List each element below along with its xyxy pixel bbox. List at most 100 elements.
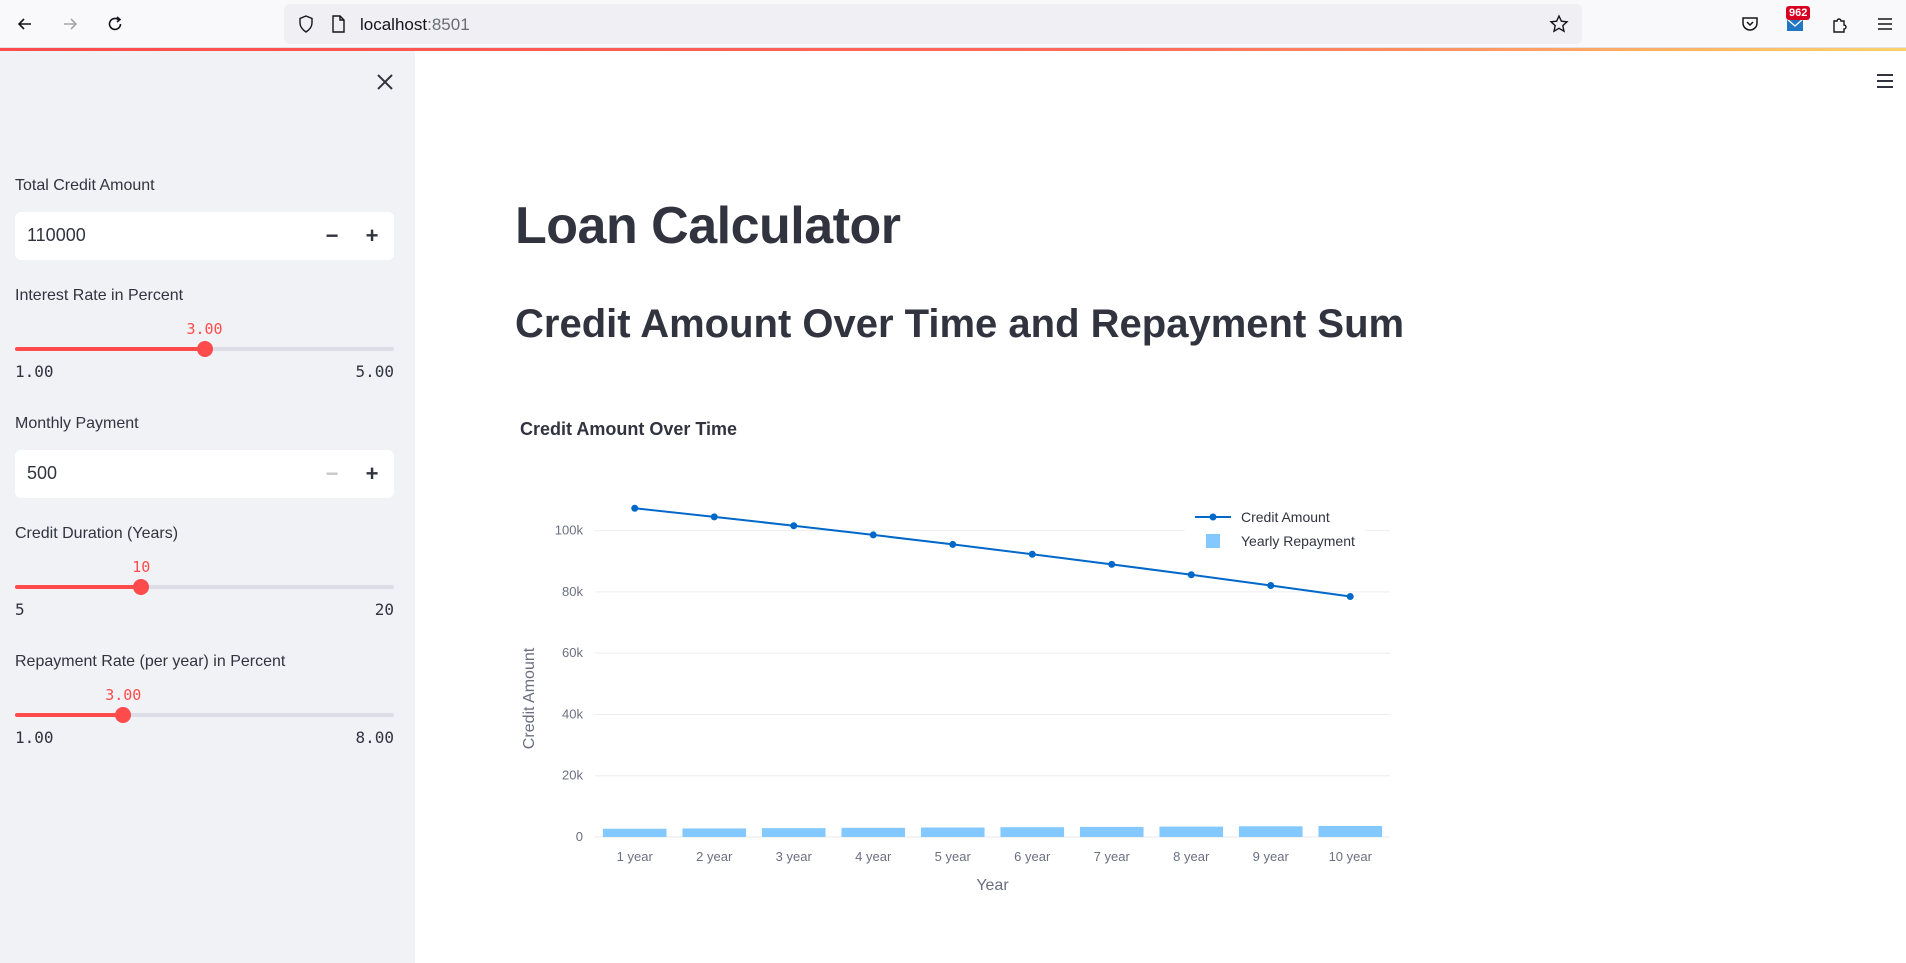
- y-tick-label: 60k: [562, 645, 583, 660]
- forward-button[interactable]: [56, 10, 84, 38]
- y-axis-title: Credit Amount: [521, 647, 538, 749]
- y-tick-label: 20k: [562, 768, 583, 783]
- slider-thumb[interactable]: [115, 707, 132, 723]
- x-tick-label: 4 year: [855, 849, 892, 864]
- repayment-bar: [841, 827, 906, 837]
- app-menu-button[interactable]: [1872, 70, 1898, 92]
- credit-amount-point: [949, 540, 957, 548]
- x-tick-label: 8 year: [1173, 849, 1210, 864]
- credit-amount-point: [869, 531, 877, 539]
- credit-duration-slider[interactable]: 10 5 20: [15, 558, 394, 628]
- section-subtitle: Credit Amount Over Time and Repayment Su…: [515, 302, 1405, 346]
- pocket-icon: [1742, 17, 1758, 31]
- y-tick-label: 0: [576, 829, 583, 844]
- repayment-bar: [602, 828, 667, 837]
- repayment-rate-slider[interactable]: 3.00 1.00 8.00: [15, 686, 394, 756]
- repayment-bar: [1318, 825, 1383, 837]
- shield-icon[interactable]: [296, 14, 316, 34]
- slider-fill: [15, 347, 205, 351]
- hamburger-icon: [1877, 74, 1893, 88]
- slider-max: 20: [374, 600, 394, 619]
- repayment-bar: [1238, 826, 1303, 837]
- credit-amount-point: [1108, 560, 1116, 568]
- browser-menu-button[interactable]: [1871, 10, 1899, 38]
- credit-amount-input[interactable]: 110000 − +: [15, 212, 394, 260]
- monthly-payment-decrement-button[interactable]: −: [316, 458, 348, 490]
- slider-thumb[interactable]: [196, 341, 213, 357]
- monthly-payment-increment-button[interactable]: +: [356, 458, 388, 490]
- credit-amount-label: Total Credit Amount: [15, 177, 155, 194]
- x-tick-label: 5 year: [935, 849, 972, 864]
- credit-amount-point: [1028, 550, 1036, 558]
- credit-amount-increment-button[interactable]: +: [356, 220, 388, 252]
- interest-rate-label: Interest Rate in Percent: [15, 287, 184, 304]
- arrow-right-icon: [64, 18, 78, 30]
- slider-min: 1.00: [15, 728, 54, 747]
- close-sidebar-button[interactable]: [372, 69, 398, 95]
- repayment-bar: [920, 827, 985, 837]
- credit-amount-value[interactable]: 110000: [27, 225, 86, 246]
- page-title: Loan Calculator: [515, 197, 901, 255]
- x-tick-label: 10 year: [1329, 849, 1373, 864]
- x-axis-title: Year: [976, 877, 1009, 894]
- credit-amount-point: [1346, 593, 1354, 601]
- repayment-bar: [761, 828, 826, 837]
- monthly-payment-value[interactable]: 500: [27, 463, 57, 484]
- repayment-bar: [1079, 826, 1144, 837]
- repayment-bar: [1159, 826, 1224, 837]
- x-tick-label: 9 year: [1253, 849, 1290, 864]
- slider-min: 1.00: [15, 362, 54, 381]
- repayment-bar: [682, 828, 747, 837]
- url-bar[interactable]: localhost:8501: [284, 4, 1582, 44]
- reload-icon: [108, 16, 122, 31]
- slider-value: 10: [132, 558, 151, 576]
- credit-amount-point: [790, 522, 798, 530]
- page-icon[interactable]: [328, 14, 348, 34]
- x-tick-label: 6 year: [1014, 849, 1051, 864]
- credit-chart[interactable]: 0 20k 40k 60k 80k 100k 1 year 2 year 3 year 4 yea…: [515, 480, 1405, 920]
- slider-max: 8.00: [355, 728, 394, 747]
- y-tick-label: 80k: [562, 584, 583, 599]
- x-tick-label: 2 year: [696, 849, 733, 864]
- legend-line-marker: [1209, 513, 1217, 521]
- x-tick-label: 1 year: [617, 849, 654, 864]
- extensions-button[interactable]: [1826, 10, 1854, 38]
- slider-fill: [15, 713, 124, 717]
- bookmark-star-icon[interactable]: [1549, 14, 1569, 34]
- mail-count-badge: 962: [1786, 6, 1811, 20]
- close-icon: [377, 74, 393, 90]
- puzzle-icon: [1833, 18, 1847, 33]
- credit-duration-label: Credit Duration (Years): [15, 525, 179, 542]
- slider-fill: [15, 585, 142, 589]
- url-text[interactable]: localhost:8501: [360, 15, 470, 35]
- pocket-button[interactable]: [1736, 10, 1764, 38]
- credit-amount-point: [1187, 571, 1195, 579]
- credit-amount-point: [631, 504, 639, 512]
- x-tick-label: 3 year: [776, 849, 813, 864]
- legend-label-yearly-repayment: Yearly Repayment: [1241, 533, 1355, 549]
- credit-amount-decrement-button[interactable]: −: [316, 220, 348, 252]
- credit-amount-point: [1267, 581, 1275, 589]
- x-tick-label: 7 year: [1094, 849, 1131, 864]
- legend-bar-swatch: [1206, 534, 1220, 548]
- monthly-payment-input[interactable]: 500 − +: [15, 450, 394, 498]
- back-button[interactable]: [11, 10, 39, 38]
- slider-thumb[interactable]: [133, 579, 150, 595]
- y-tick-label: 100k: [555, 523, 584, 538]
- monthly-payment-label: Monthly Payment: [15, 415, 139, 432]
- chart-svg[interactable]: 0 20k 40k 60k 80k 100k 1 year 2 year 3 year 4 yea…: [515, 480, 1405, 920]
- sidebar: Total Credit Amount 110000 − + Interest …: [0, 51, 415, 963]
- reload-button[interactable]: [101, 10, 129, 38]
- slider-value: 3.00: [186, 320, 223, 338]
- credit-amount-point: [710, 513, 718, 521]
- slider-max: 5.00: [355, 362, 394, 381]
- interest-rate-slider[interactable]: 3.00 1.00 5.00: [15, 320, 394, 390]
- chart-title: Credit Amount Over Time: [520, 419, 738, 439]
- repayment-rate-label: Repayment Rate (per year) in Percent: [15, 653, 286, 670]
- slider-min: 5: [15, 600, 25, 619]
- arrow-left-icon: [17, 18, 31, 30]
- legend-label-credit-amount: Credit Amount: [1241, 509, 1330, 525]
- y-tick-label: 40k: [562, 706, 583, 721]
- slider-value: 3.00: [105, 686, 142, 704]
- hamburger-icon: [1878, 18, 1892, 30]
